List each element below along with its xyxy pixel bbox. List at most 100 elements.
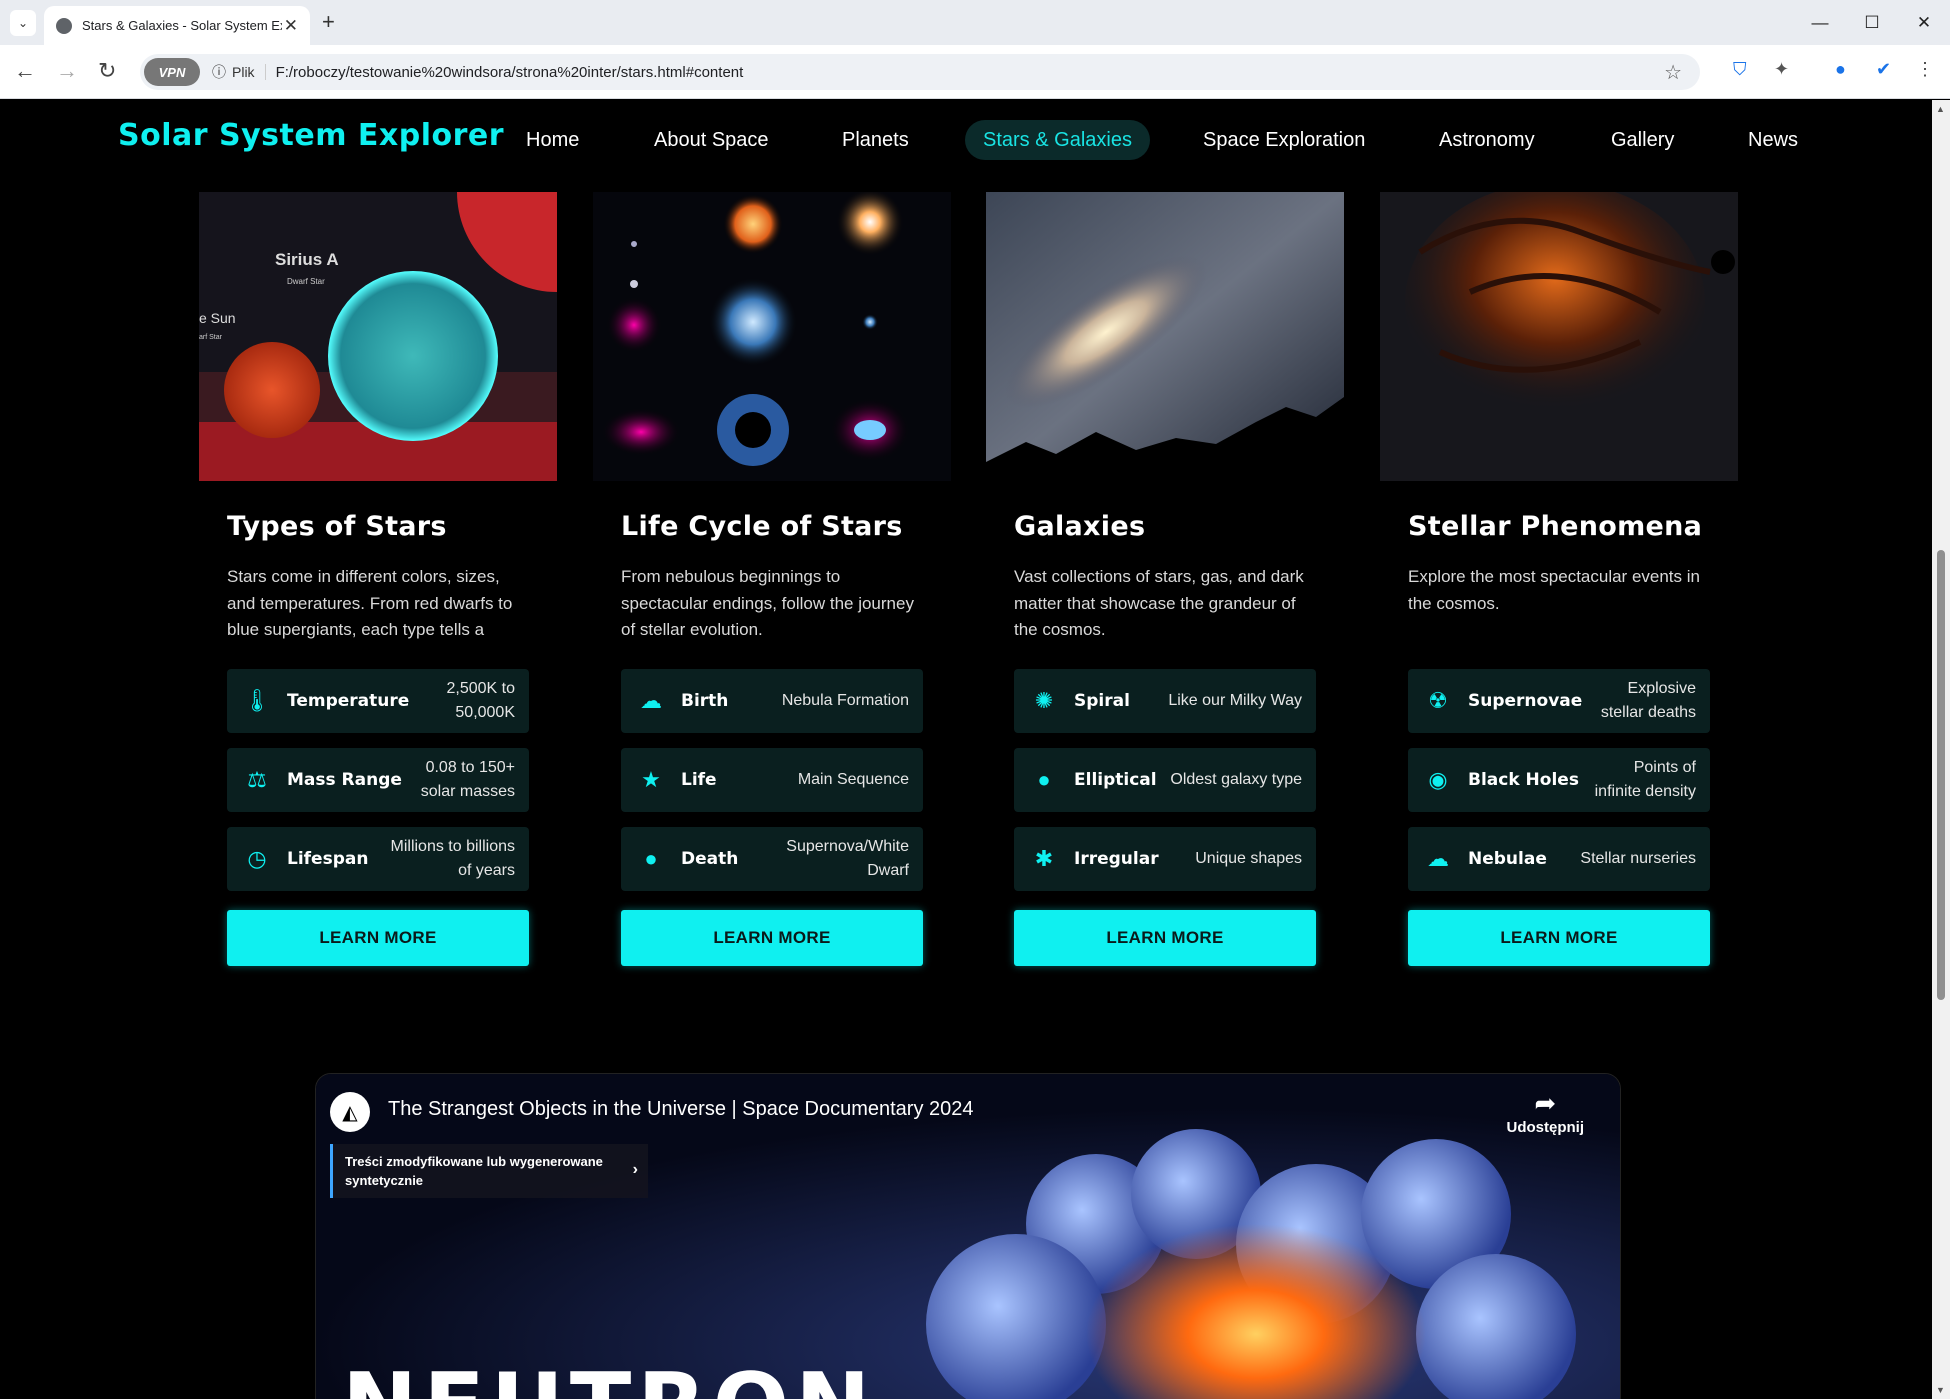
reload-icon[interactable]: ↻ (98, 58, 116, 84)
feature-lifespan: ◷ Lifespan Millions to billions of years (227, 827, 529, 891)
sun-label: e Sun (199, 310, 236, 326)
feature-label: Life (681, 770, 717, 790)
feature-label: Spiral (1074, 691, 1130, 711)
nav-home[interactable]: Home (508, 120, 597, 160)
notice-text: Treści zmodyfikowane lub wygenerowane sy… (345, 1154, 603, 1188)
nav-gallery[interactable]: Gallery (1593, 120, 1692, 160)
bomb-icon: ● (644, 846, 658, 871)
puzzle-icon[interactable]: ✦ (1774, 59, 1789, 80)
feature-label: Irregular (1074, 849, 1159, 869)
feature-supernovae: ☢ Supernovae Explosive stellar deaths (1408, 669, 1710, 733)
learn-more-button[interactable]: LEARN MORE (1408, 910, 1710, 966)
youtube-embed[interactable]: ◭ The Strangest Objects in the Universe … (315, 1073, 1621, 1399)
menu-icon[interactable]: ⋮ (1916, 59, 1934, 80)
bookmark-star-icon[interactable]: ☆ (1664, 60, 1682, 85)
feature-label: Elliptical (1074, 770, 1157, 790)
card-stellar-phenomena: Stellar Phenomena Explore the most spect… (1380, 192, 1738, 966)
card-description: From nebulous beginnings to spectacular … (621, 567, 914, 639)
share-button[interactable]: ➦ Udostępnij (1507, 1088, 1585, 1136)
video-title[interactable]: The Strangest Objects in the Universe | … (388, 1098, 974, 1121)
clock-icon: ◷ (247, 846, 267, 871)
feature-irregular: ✱ Irregular Unique shapes (1014, 827, 1316, 891)
back-icon[interactable]: ← (14, 58, 36, 84)
security-icon[interactable]: ✔ (1876, 59, 1891, 80)
scroll-up-arrow-icon[interactable]: ▲ (1936, 104, 1945, 114)
feature-birth: ☁ Birth Nebula Formation (621, 669, 923, 733)
feature-label: Supernovae (1468, 691, 1583, 711)
vpn-badge[interactable]: VPN (144, 58, 200, 86)
site-logo[interactable]: Solar System Explorer (118, 118, 504, 153)
browser-tab[interactable]: Stars & Galaxies - Solar System Explorer… (44, 6, 310, 45)
nav-news[interactable]: News (1730, 120, 1816, 160)
tab-title: Stars & Galaxies - Solar System Explorer (82, 18, 282, 33)
nav-about-space[interactable]: About Space (636, 120, 787, 160)
feature-temperature: 🌡 Temperature 2,500K to 50,000K (227, 669, 529, 733)
card-title: Galaxies (1014, 511, 1146, 542)
nav-planets[interactable]: Planets (824, 120, 927, 160)
share-label: Udostępnij (1506, 1119, 1585, 1136)
info-icon[interactable]: ⓘ (212, 62, 226, 82)
tab-search-button[interactable]: ⌄ (10, 10, 36, 36)
asterisk-icon: ✱ (1034, 846, 1054, 871)
stellar-lifecycle-image (593, 192, 951, 481)
chevron-right-icon: › (632, 1161, 638, 1178)
url-text[interactable]: F:/roboczy/testowanie%20windsora/strona%… (276, 64, 744, 81)
synthetic-content-notice[interactable]: Treści zmodyfikowane lub wygenerowane sy… (330, 1144, 648, 1198)
feature-label: Temperature (287, 691, 410, 711)
scrollbar-thumb[interactable] (1937, 550, 1945, 1000)
learn-more-button[interactable]: LEARN MORE (621, 910, 923, 966)
card-description: Explore the most spectacular events in t… (1408, 567, 1700, 613)
nav-astronomy[interactable]: Astronomy (1421, 120, 1553, 160)
feature-value: Oldest galaxy type (1170, 771, 1302, 788)
address-bar[interactable]: VPN ⓘ Plik F:/roboczy/testowanie%20winds… (140, 54, 1700, 90)
site-navbar: Solar System Explorer Home About Space P… (0, 100, 1932, 178)
card-description: Vast collections of stars, gas, and dark… (1014, 567, 1304, 639)
feature-value: Main Sequence (797, 771, 909, 788)
profile-icon[interactable]: ● (1835, 59, 1846, 80)
shield-extension-icon[interactable]: ⛉ (1733, 59, 1747, 80)
phenomena-image (1380, 192, 1738, 481)
window-close-button[interactable]: ✕ (1898, 0, 1950, 45)
nav-space-exploration[interactable]: Space Exploration (1185, 120, 1383, 160)
learn-more-button[interactable]: LEARN MORE (227, 910, 529, 966)
scroll-down-arrow-icon[interactable]: ▼ (1936, 1385, 1945, 1395)
star-icon: ★ (641, 767, 661, 792)
card-description: Stars come in different colors, sizes, a… (227, 567, 513, 639)
sun-icon: ✺ (1034, 688, 1054, 713)
feature-label: Death (681, 849, 739, 869)
feature-black-holes: ◉ Black Holes Points of infinite density (1408, 748, 1710, 812)
cloud-icon: ☁ (640, 688, 662, 713)
feature-label: Nebulae (1468, 849, 1547, 869)
galaxy-image (986, 192, 1344, 481)
tab-close-icon[interactable]: ✕ (284, 16, 298, 36)
browser-toolbar: ← → ↻ VPN ⓘ Plik F:/roboczy/testowanie%2… (0, 45, 1950, 99)
cloud-icon: ☁ (1427, 846, 1449, 871)
globe-icon (56, 17, 72, 34)
maximize-button[interactable]: ☐ (1846, 0, 1898, 45)
new-tab-button[interactable]: + (322, 9, 335, 35)
feature-mass-range: ⚖ Mass Range 0.08 to 150+ solar masses (227, 748, 529, 812)
forward-icon[interactable]: → (56, 58, 78, 84)
page-content: Solar System Explorer Home About Space P… (0, 100, 1932, 1399)
channel-avatar[interactable]: ◭ (330, 1092, 370, 1132)
nav-stars-galaxies[interactable]: Stars & Galaxies (965, 120, 1150, 160)
learn-more-button[interactable]: LEARN MORE (1014, 910, 1316, 966)
site-info-label[interactable]: Plik (232, 64, 266, 80)
feature-value: Unique shapes (1195, 850, 1302, 867)
feature-value: Stellar nurseries (1580, 850, 1696, 867)
video-thumbnail (316, 1074, 1620, 1399)
dot-circle-icon: ◉ (1428, 767, 1448, 792)
page-scrollbar[interactable]: ▲ ▼ (1932, 100, 1950, 1399)
feature-value: Points of infinite density (1594, 759, 1696, 800)
card-title: Life Cycle of Stars (621, 511, 903, 542)
sirius-a-label: Sirius A (275, 250, 339, 269)
card-title: Stellar Phenomena (1408, 511, 1703, 542)
thumbnail-overlay-text: NEUTRON (342, 1354, 876, 1399)
feature-life: ★ Life Main Sequence (621, 748, 923, 812)
share-icon: ➦ (1534, 1088, 1557, 1118)
feature-value: Supernova/White Dwarf (786, 838, 909, 879)
dwarf-star-label: Dwarf Star (287, 277, 325, 286)
minimize-button[interactable]: — (1794, 0, 1846, 45)
feature-elliptical: ● Elliptical Oldest galaxy type (1014, 748, 1316, 812)
feature-value: Like our Milky Way (1168, 692, 1302, 709)
